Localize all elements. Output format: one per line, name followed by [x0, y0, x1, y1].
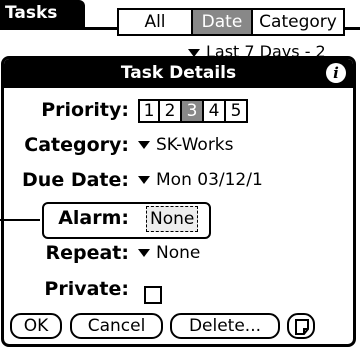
private-label: Private:	[44, 278, 129, 300]
category-label: Category:	[24, 134, 129, 156]
note-button[interactable]	[287, 313, 315, 339]
due-date-label: Due Date:	[22, 169, 129, 191]
triangle-down-icon	[138, 176, 150, 184]
tab-category[interactable]: Category	[251, 10, 343, 34]
note-icon	[295, 319, 309, 335]
task-details-dialog: Task Details i Priority: 1 2 3 4 5 Categ…	[1, 56, 356, 347]
category-picker[interactable]: SK-Works	[138, 135, 234, 155]
tab-all[interactable]: All	[119, 10, 191, 34]
category-value: SK-Works	[156, 135, 234, 155]
app-title[interactable]: Tasks	[0, 0, 85, 27]
private-checkbox[interactable]	[144, 286, 162, 304]
repeat-picker[interactable]: None	[138, 243, 200, 263]
dialog-title: Task Details i	[4, 59, 353, 88]
priority-4-button[interactable]: 4	[204, 99, 226, 123]
delete-button[interactable]: Delete...	[170, 313, 280, 339]
tab-date[interactable]: Date	[191, 10, 251, 34]
priority-2-button[interactable]: 2	[160, 99, 182, 123]
alarm-selector[interactable]: None	[146, 206, 199, 232]
ok-button[interactable]: OK	[10, 313, 62, 339]
priority-1-button[interactable]: 1	[138, 99, 160, 123]
priority-5-button[interactable]: 5	[226, 99, 248, 123]
dialog-title-text: Task Details	[120, 63, 237, 83]
view-tabs: All Date Category	[117, 8, 345, 36]
triangle-down-icon	[138, 249, 150, 257]
alarm-label: Alarm:	[58, 207, 129, 229]
triangle-down-icon	[138, 141, 150, 149]
callout-line	[0, 219, 40, 221]
info-icon[interactable]: i	[326, 63, 346, 83]
priority-3-button[interactable]: 3	[182, 99, 204, 123]
task-screen: Tasks All Date Category Last 7 Days - 2 …	[0, 0, 360, 350]
priority-selector: 1 2 3 4 5	[138, 99, 248, 123]
priority-label: Priority:	[41, 99, 129, 121]
due-date-picker[interactable]: Mon 03/12/1	[138, 170, 263, 190]
due-date-value: Mon 03/12/1	[156, 170, 263, 190]
repeat-label: Repeat:	[45, 242, 129, 264]
cancel-button[interactable]: Cancel	[70, 313, 163, 339]
repeat-value: None	[156, 243, 201, 263]
